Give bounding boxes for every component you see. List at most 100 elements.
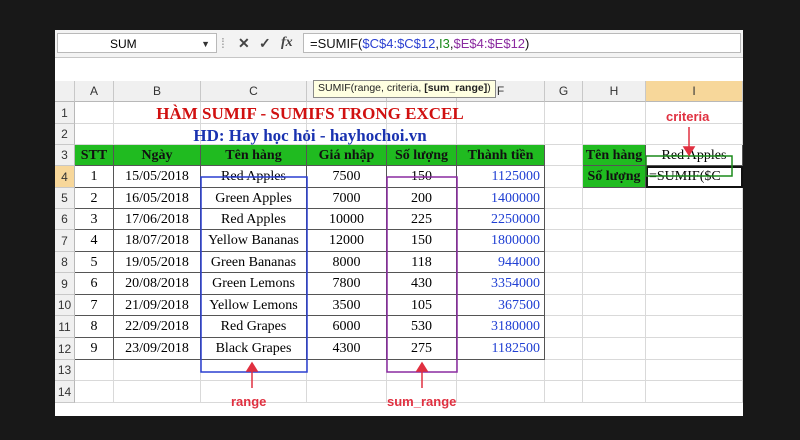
table-cell[interactable]: 10000: [307, 209, 387, 230]
cell[interactable]: [583, 188, 646, 209]
table-cell[interactable]: 8000: [307, 252, 387, 273]
header-date[interactable]: Ngày: [114, 145, 201, 166]
cell[interactable]: [583, 209, 646, 230]
row-header-8[interactable]: 8: [55, 252, 75, 273]
criteria-label-product[interactable]: Tên hàng: [583, 145, 646, 166]
cell[interactable]: [75, 381, 114, 403]
header-amount[interactable]: Thành tiền: [457, 145, 545, 166]
table-cell[interactable]: 200: [387, 188, 457, 209]
row-header-14[interactable]: 14: [55, 381, 75, 403]
table-cell[interactable]: Red Apples: [201, 209, 307, 230]
cell[interactable]: [307, 381, 387, 403]
cell[interactable]: [545, 360, 583, 381]
active-cell-i4[interactable]: =SUMIF($C: [646, 166, 743, 188]
row-header-9[interactable]: 9: [55, 273, 75, 295]
cell[interactable]: [646, 273, 743, 295]
cell[interactable]: [583, 230, 646, 252]
cell[interactable]: [201, 360, 307, 381]
table-cell[interactable]: 430: [387, 273, 457, 295]
cell[interactable]: [583, 381, 646, 403]
row-header-10[interactable]: 10: [55, 295, 75, 316]
table-cell[interactable]: 15/05/2018: [114, 166, 201, 188]
chevron-down-icon[interactable]: ▼: [201, 34, 210, 54]
cell[interactable]: [646, 360, 743, 381]
table-cell[interactable]: 1125000: [457, 166, 545, 188]
table-cell[interactable]: 275: [387, 338, 457, 360]
name-box[interactable]: SUM ▼: [57, 33, 217, 53]
table-cell[interactable]: 4300: [307, 338, 387, 360]
table-cell[interactable]: 1400000: [457, 188, 545, 209]
table-cell[interactable]: 105: [387, 295, 457, 316]
table-cell[interactable]: 530: [387, 316, 457, 338]
cell[interactable]: [545, 188, 583, 209]
cell[interactable]: [545, 316, 583, 338]
table-cell[interactable]: 150: [387, 230, 457, 252]
table-cell[interactable]: 944000: [457, 252, 545, 273]
table-cell[interactable]: Red Apples: [201, 166, 307, 188]
cell[interactable]: [545, 209, 583, 230]
sheet-subtitle[interactable]: HD: Hay học hỏi - hayhochoi.vn: [75, 126, 545, 146]
sheet-title[interactable]: HÀM SUMIF - SUMIFS TRONG EXCEL: [75, 104, 545, 124]
table-cell[interactable]: Green Bananas: [201, 252, 307, 273]
cell[interactable]: [583, 316, 646, 338]
table-cell[interactable]: 17/06/2018: [114, 209, 201, 230]
table-cell[interactable]: Yellow Bananas: [201, 230, 307, 252]
cell[interactable]: [545, 102, 583, 124]
table-cell[interactable]: Red Grapes: [201, 316, 307, 338]
cell[interactable]: [75, 360, 114, 381]
cell[interactable]: [646, 124, 743, 145]
table-cell[interactable]: 8: [75, 316, 114, 338]
column-header-h[interactable]: H: [583, 81, 646, 102]
table-cell[interactable]: 3500: [307, 295, 387, 316]
table-cell[interactable]: 23/09/2018: [114, 338, 201, 360]
table-cell[interactable]: 367500: [457, 295, 545, 316]
cell[interactable]: [114, 381, 201, 403]
cell[interactable]: [646, 230, 743, 252]
cell[interactable]: [583, 338, 646, 360]
insert-function-icon[interactable]: fx: [281, 34, 293, 52]
header-quantity[interactable]: Số lượng: [387, 145, 457, 166]
row-header-11[interactable]: 11: [55, 316, 75, 338]
row-header-1[interactable]: 1: [55, 102, 75, 124]
header-stt[interactable]: STT: [75, 145, 114, 166]
cell[interactable]: [457, 381, 545, 403]
row-header-2[interactable]: 2: [55, 124, 75, 145]
cell[interactable]: [545, 252, 583, 273]
table-cell[interactable]: Yellow Lemons: [201, 295, 307, 316]
table-cell[interactable]: 118: [387, 252, 457, 273]
header-price[interactable]: Giá nhập: [307, 145, 387, 166]
table-cell[interactable]: 7800: [307, 273, 387, 295]
table-cell[interactable]: 19/05/2018: [114, 252, 201, 273]
table-cell[interactable]: Green Apples: [201, 188, 307, 209]
table-cell[interactable]: 3354000: [457, 273, 545, 295]
cell[interactable]: [583, 252, 646, 273]
cell[interactable]: [545, 338, 583, 360]
cell[interactable]: [545, 273, 583, 295]
cell[interactable]: [545, 124, 583, 145]
table-cell[interactable]: Green Lemons: [201, 273, 307, 295]
column-header-b[interactable]: B: [114, 81, 201, 102]
table-cell[interactable]: 5: [75, 252, 114, 273]
table-cell[interactable]: 150: [387, 166, 457, 188]
table-cell[interactable]: 21/09/2018: [114, 295, 201, 316]
cell[interactable]: [114, 360, 201, 381]
table-cell[interactable]: 1182500: [457, 338, 545, 360]
table-cell[interactable]: 16/05/2018: [114, 188, 201, 209]
table-cell[interactable]: 1800000: [457, 230, 545, 252]
table-cell[interactable]: 4: [75, 230, 114, 252]
cell[interactable]: [583, 360, 646, 381]
cell[interactable]: [646, 316, 743, 338]
cell[interactable]: [545, 381, 583, 403]
cell[interactable]: [545, 230, 583, 252]
select-all-corner[interactable]: [55, 81, 75, 102]
table-cell[interactable]: 7500: [307, 166, 387, 188]
cell[interactable]: [583, 102, 646, 124]
table-cell[interactable]: 225: [387, 209, 457, 230]
table-cell[interactable]: 3: [75, 209, 114, 230]
table-cell[interactable]: 2250000: [457, 209, 545, 230]
row-header-13[interactable]: 13: [55, 360, 75, 381]
cell[interactable]: [583, 273, 646, 295]
cell[interactable]: [545, 166, 583, 188]
table-cell[interactable]: Black Grapes: [201, 338, 307, 360]
row-header-12[interactable]: 12: [55, 338, 75, 360]
